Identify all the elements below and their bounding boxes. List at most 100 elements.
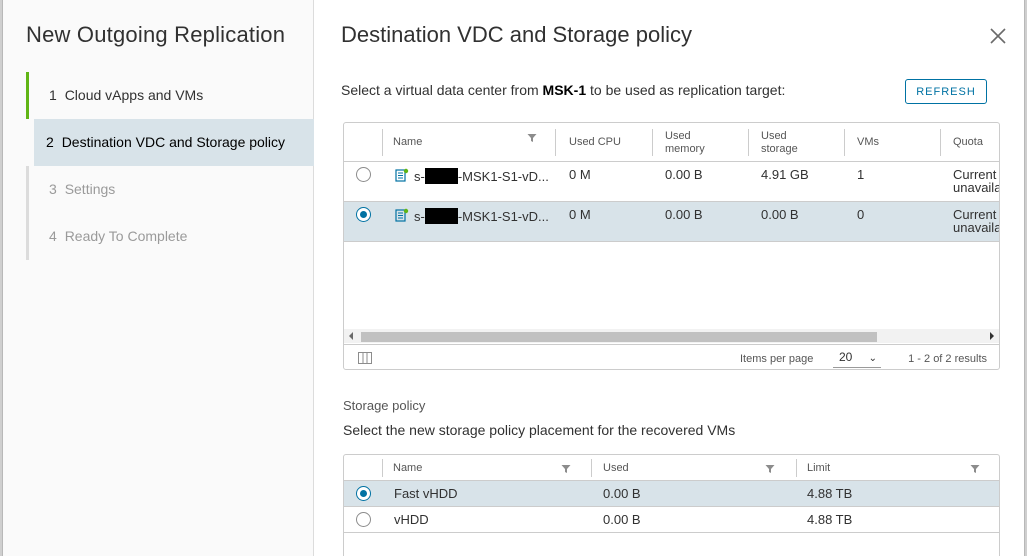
filter-icon[interactable] [765,464,775,474]
step-number: 4 [49,228,57,244]
column-header-used-storage[interactable]: Used storage [750,123,840,162]
column-separator [555,129,556,156]
wizard-content: Destination VDC and Storage policy Selec… [315,0,1024,556]
vdc-icon [395,208,409,222]
column-label: VMs [857,136,879,148]
wizard-nav: New Outgoing Replication 1 Cloud vApps a… [3,0,314,556]
column-label: Used [603,461,629,474]
vdc-name: s- -MSK1-S1-vD... [414,208,549,224]
step-ready-to-complete[interactable]: 4 Ready To Complete [26,213,314,260]
used-cpu-cell: 0 M [569,207,591,222]
column-header-used[interactable]: Used [592,455,792,481]
row-radio[interactable] [356,207,371,222]
close-icon [990,28,1006,44]
column-separator [844,129,845,156]
step-label: Destination VDC and Storage policy [61,134,286,150]
vdc-datagrid: Name Used CPU Used memory Used storage V… [343,122,1000,370]
policy-used-cell: 0.00 B [603,486,641,501]
row-radio[interactable] [356,486,371,501]
quota-line: unavaila [953,220,1000,235]
column-header-vms[interactable]: VMs [846,123,936,162]
step-number: 2 [46,134,54,150]
storage-policy-row[interactable]: Fast vHDD 0.00 B 4.88 TB [344,481,999,507]
column-header-quota[interactable]: Quota [942,123,999,162]
step-label: Cloud vApps and VMs [64,87,204,103]
quota-cell: Current unavaila [953,168,1000,195]
row-radio[interactable] [356,512,371,527]
step-destination-vdc[interactable]: 2 Destination VDC and Storage policy [34,119,314,166]
step-label: Settings [64,181,116,197]
storage-policy-row[interactable]: vHDD 0.00 B 4.88 TB [344,507,999,533]
vdc-instruction: Select a virtual data center from MSK-1 … [341,82,785,98]
policy-limit-cell: 4.88 TB [807,512,853,527]
used-memory-cell: 0.00 B [665,167,703,182]
quota-cell: Current unavaila [953,208,1000,235]
vdc-name-prefix: s- [414,169,425,184]
filter-icon[interactable] [970,464,980,474]
vdc-row[interactable]: s- -MSK1-S1-vD... 0 M 0.00 B 0.00 B 0 Cur… [344,202,999,242]
filter-icon[interactable] [527,133,537,143]
pagination-description: 1 - 2 of 2 results [908,353,987,365]
close-button[interactable] [988,26,1008,46]
column-label: Quota [953,136,983,148]
policy-name-cell: vHDD [394,512,429,527]
storage-policy-label: Storage policy [343,398,426,413]
used-cpu-cell: 0 M [569,167,591,182]
filter-icon[interactable] [561,464,571,474]
storage-grid-header: Name Used Limit [344,455,999,481]
storage-policy-description: Select the new storage policy placement … [343,422,736,438]
scroll-left-icon[interactable] [348,332,354,340]
step-number: 3 [49,181,57,197]
instruction-prefix: Select a virtual data center from [341,82,543,98]
column-label: Used CPU [569,136,621,148]
horizontal-scrollbar[interactable] [344,329,999,343]
vdc-row[interactable]: s- -MSK1-S1-vD... 0 M 0.00 B 4.91 GB 1 Cu… [344,162,999,202]
refresh-button[interactable]: REFRESH [905,79,987,104]
step-settings[interactable]: 3 Settings [26,166,314,213]
vdc-grid-header: Name Used CPU Used memory Used storage V… [344,123,999,162]
instruction-site: MSK-1 [542,82,587,98]
used-memory-cell: 0.00 B [665,207,703,222]
column-separator [652,129,653,156]
items-per-page-label: Items per page [740,353,814,365]
column-header-used-cpu[interactable]: Used CPU [558,123,652,162]
items-per-page-value: 20 [839,350,853,364]
column-label: Name [393,461,423,474]
used-storage-cell: 4.91 GB [761,167,809,182]
page-title: Destination VDC and Storage policy [341,22,692,47]
policy-limit-cell: 4.88 TB [807,486,853,501]
items-per-page-select[interactable]: 20 ⌄ [833,350,881,368]
instruction-suffix: to be used as replication target: [586,82,786,98]
vdc-icon [395,168,409,182]
column-label: Limit [807,461,831,474]
policy-name-cell: Fast vHDD [394,486,458,501]
replication-wizard-modal: New Outgoing Replication 1 Cloud vApps a… [2,0,1025,556]
step-number: 1 [49,87,57,103]
vdc-name-prefix: s- [414,209,425,224]
step-label: Ready To Complete [64,228,188,244]
wizard-steps: 1 Cloud vApps and VMs 2 Destination VDC … [26,72,314,260]
scroll-right-icon[interactable] [989,332,995,340]
column-header-used-memory[interactable]: Used memory [654,123,744,162]
chevron-down-icon: ⌄ [868,353,877,364]
column-toggle-icon[interactable] [358,352,372,364]
column-label: Used storage [761,129,798,155]
column-label: Used memory [665,129,705,155]
quota-line: unavaila [953,180,1000,195]
redacted-block [424,208,458,224]
wizard-title: New Outgoing Replication [26,22,286,47]
column-separator [940,129,941,156]
used-storage-cell: 0.00 B [761,207,799,222]
policy-used-cell: 0.00 B [603,512,641,527]
row-radio[interactable] [356,167,371,182]
storage-policy-datagrid: Name Used Limit Fast vHDD 0.00 B 4.88 TB… [343,454,1000,556]
vms-cell: 0 [857,207,865,222]
redacted-block [424,168,458,184]
scrollbar-thumb[interactable] [361,332,877,342]
step-cloud-vapps-and-vms[interactable]: 1 Cloud vApps and VMs [26,72,314,119]
vdc-name-suffix: -MSK1-S1-vD... [457,169,549,184]
column-header-limit[interactable]: Limit [796,455,996,481]
column-label: Name [393,136,423,148]
vms-cell: 1 [857,167,865,182]
column-separator [748,129,749,156]
